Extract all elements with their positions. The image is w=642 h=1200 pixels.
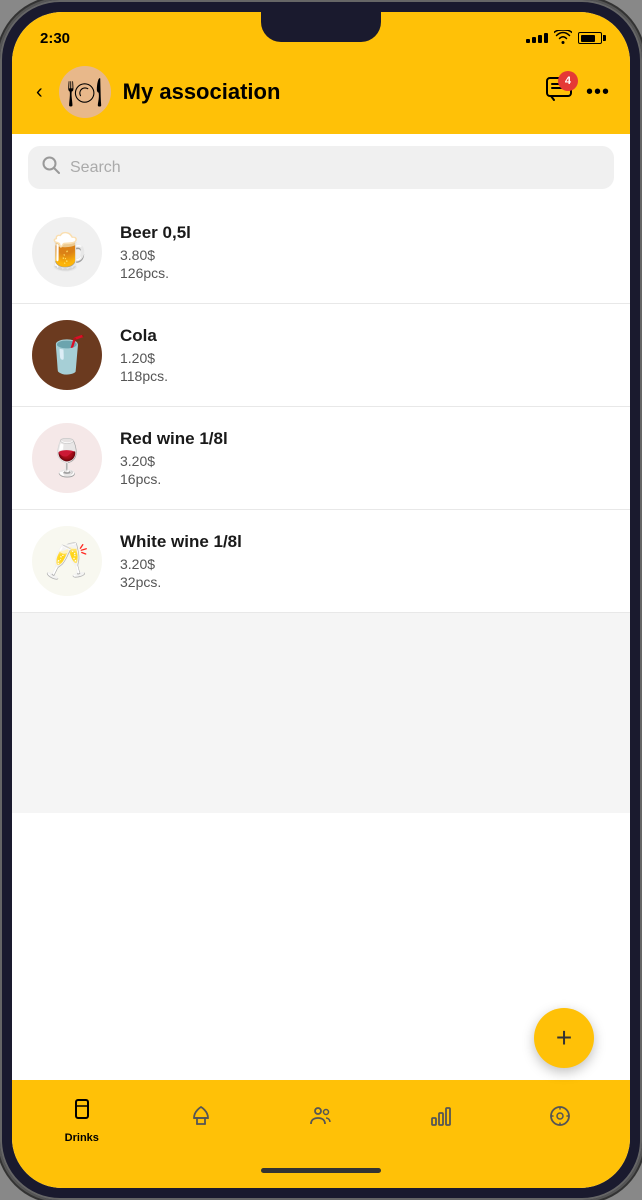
items-list: 🍺 Beer 0,5l 3.80$ 126pcs. 🥤 Cola 1.20$ 118pcs. 🍷…	[12, 201, 630, 1080]
status-icons	[526, 30, 602, 47]
item-details: Cola 1.20$ 118pcs.	[120, 326, 610, 384]
header-actions: 4 •••	[546, 77, 610, 108]
drinks-icon	[70, 1098, 94, 1128]
wifi-icon	[554, 30, 572, 47]
more-button[interactable]: •••	[586, 81, 610, 104]
list-item[interactable]: 🥤 Cola 1.20$ 118pcs.	[12, 304, 630, 407]
nav-drinks[interactable]: Drinks	[22, 1098, 142, 1144]
item-name: White wine 1/8l	[120, 532, 610, 552]
item-details: White wine 1/8l 3.20$ 32pcs.	[120, 532, 610, 590]
food-icon	[189, 1104, 213, 1134]
item-price: 3.80$	[120, 247, 610, 263]
drinks-label: Drinks	[65, 1132, 99, 1144]
signal-icon	[526, 33, 548, 43]
stats-icon	[429, 1104, 453, 1134]
back-button[interactable]: ‹	[32, 77, 47, 108]
item-name: Cola	[120, 326, 610, 346]
home-bar	[261, 1168, 381, 1173]
item-details: Red wine 1/8l 3.20$ 16pcs.	[120, 429, 610, 487]
item-qty: 126pcs.	[120, 265, 610, 281]
nav-members[interactable]	[261, 1104, 381, 1138]
search-container: Search	[12, 134, 630, 201]
battery-fill	[581, 35, 595, 42]
status-time: 2:30	[40, 30, 70, 47]
members-icon	[309, 1104, 333, 1134]
item-image: 🍺	[32, 217, 102, 287]
nav-stats[interactable]	[381, 1104, 501, 1138]
search-icon	[42, 156, 60, 179]
item-price: 3.20$	[120, 453, 610, 469]
item-qty: 32pcs.	[120, 574, 610, 590]
item-details: Beer 0,5l 3.80$ 126pcs.	[120, 223, 610, 281]
screen: 2:30	[12, 12, 630, 1188]
item-image: 🥤	[32, 320, 102, 390]
search-box[interactable]: Search	[28, 146, 614, 189]
item-image: 🍷	[32, 423, 102, 493]
avatar: 🍽	[59, 66, 111, 118]
page-title: My association	[123, 79, 534, 105]
bottom-nav: Drinks	[12, 1080, 630, 1160]
list-item[interactable]: 🍺 Beer 0,5l 3.80$ 126pcs.	[12, 201, 630, 304]
item-image: 🥂	[32, 526, 102, 596]
add-button[interactable]: +	[534, 1008, 594, 1068]
item-name: Red wine 1/8l	[120, 429, 610, 449]
fab-container: +	[534, 1008, 594, 1068]
notification-badge: 4	[558, 71, 578, 91]
item-name: Beer 0,5l	[120, 223, 610, 243]
item-price: 3.20$	[120, 556, 610, 572]
settings-icon	[548, 1104, 572, 1134]
search-placeholder[interactable]: Search	[70, 159, 121, 177]
item-price: 1.20$	[120, 350, 610, 366]
home-indicator	[12, 1160, 630, 1188]
empty-area	[12, 613, 630, 813]
notification-button[interactable]: 4	[546, 77, 572, 108]
notch	[261, 12, 381, 42]
header: ‹ 🍽 My association 4	[12, 56, 630, 134]
list-item[interactable]: 🍷 Red wine 1/8l 3.20$ 16pcs.	[12, 407, 630, 510]
item-qty: 16pcs.	[120, 471, 610, 487]
phone-shell: 2:30	[0, 0, 642, 1200]
item-qty: 118pcs.	[120, 368, 610, 384]
nav-settings[interactable]	[500, 1104, 620, 1138]
nav-food[interactable]	[142, 1104, 262, 1138]
battery-icon	[578, 32, 602, 44]
list-item[interactable]: 🥂 White wine 1/8l 3.20$ 32pcs.	[12, 510, 630, 613]
